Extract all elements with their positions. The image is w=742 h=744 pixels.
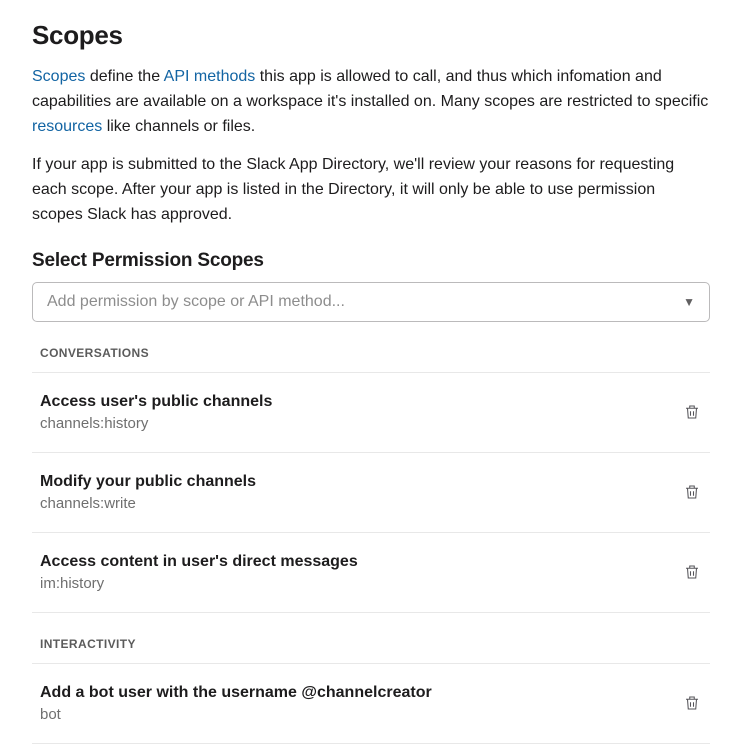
intro-text-3: like channels or files.	[102, 118, 255, 135]
section-label-conversations: CONVERSATIONS	[32, 322, 710, 373]
permission-scope-placeholder: Add permission by scope or API method...	[47, 293, 345, 311]
scope-row: Access content in user's direct messages…	[32, 533, 710, 613]
caret-down-icon: ▼	[683, 295, 695, 309]
scope-title: Add a bot user with the username @channe…	[40, 684, 432, 702]
scope-row: Add a bot user with the username @channe…	[32, 664, 710, 744]
select-permission-heading: Select Permission Scopes	[32, 250, 710, 272]
scope-row: Modify your public channels channels:wri…	[32, 453, 710, 533]
trash-icon	[683, 563, 701, 581]
scopes-link[interactable]: Scopes	[32, 68, 85, 85]
trash-icon	[683, 403, 701, 421]
intro-text-1: define the	[85, 68, 163, 85]
trash-icon	[683, 694, 701, 712]
delete-scope-button[interactable]	[682, 482, 702, 502]
delete-scope-button[interactable]	[682, 562, 702, 582]
trash-icon	[683, 483, 701, 501]
delete-scope-button[interactable]	[682, 693, 702, 713]
intro-paragraph-2: If your app is submitted to the Slack Ap…	[32, 153, 710, 227]
delete-scope-button[interactable]	[682, 402, 702, 422]
scope-title: Access user's public channels	[40, 393, 272, 411]
scope-sublabel: channels:history	[40, 415, 272, 432]
scope-row: Access user's public channels channels:h…	[32, 373, 710, 453]
section-label-interactivity: INTERACTIVITY	[32, 613, 710, 664]
scope-sublabel: channels:write	[40, 495, 256, 512]
api-methods-link[interactable]: API methods	[164, 68, 256, 85]
scope-title: Access content in user's direct messages	[40, 553, 358, 571]
scope-sublabel: bot	[40, 706, 432, 723]
scope-sublabel: im:history	[40, 575, 358, 592]
intro-paragraph-1: Scopes define the API methods this app i…	[32, 65, 710, 139]
permission-scope-select[interactable]: Add permission by scope or API method...…	[32, 282, 710, 322]
scope-title: Modify your public channels	[40, 473, 256, 491]
resources-link[interactable]: resources	[32, 118, 102, 135]
page-title: Scopes	[32, 20, 710, 51]
